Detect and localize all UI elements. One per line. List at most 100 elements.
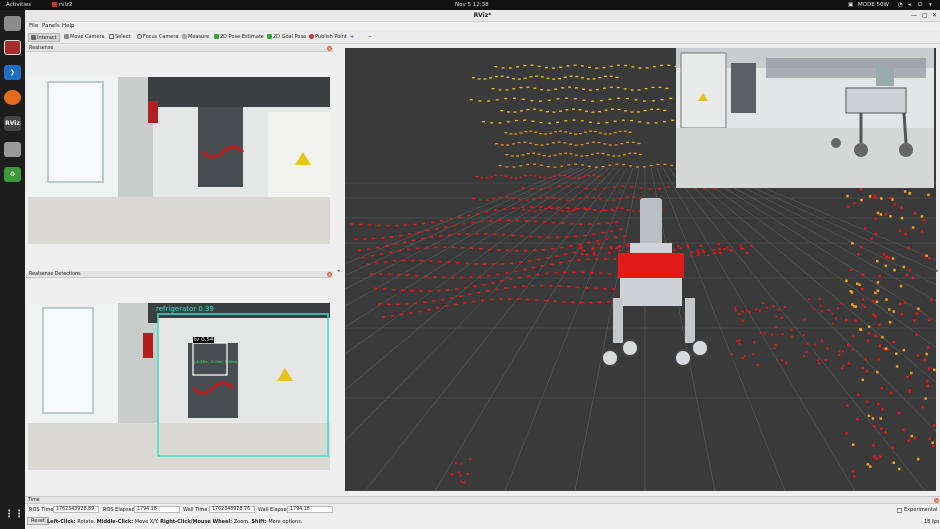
realsense-panel-header[interactable]: Realsense × — [26, 45, 333, 52]
point — [396, 303, 400, 306]
rviz-dock-icon[interactable]: RViz — [4, 116, 21, 131]
measure-label: Measure — [188, 34, 210, 40]
point — [494, 66, 498, 68]
experimental-checkbox[interactable] — [897, 508, 902, 513]
system-menu-chevron-icon[interactable]: ▾ — [929, 2, 932, 8]
point — [556, 121, 560, 123]
minimize-icon[interactable]: — — [911, 12, 917, 19]
point — [533, 249, 537, 252]
add-tool-button[interactable]: + — [348, 33, 356, 42]
detections-panel-header[interactable]: Realsense Detections × — [26, 271, 333, 278]
clock[interactable]: Nov 5 12:38 — [455, 2, 489, 8]
point — [564, 152, 568, 154]
pose-arrow-icon — [214, 34, 219, 39]
point — [587, 241, 591, 244]
point — [633, 152, 637, 154]
point — [581, 252, 584, 255]
point — [401, 289, 405, 292]
3d-render-view[interactable] — [345, 48, 936, 491]
point — [569, 153, 573, 155]
files-icon[interactable] — [4, 16, 21, 31]
close-window-icon[interactable]: ✕ — [932, 12, 937, 19]
point — [579, 223, 583, 225]
point — [526, 163, 530, 166]
ros-time-field[interactable]: 1762343928.89 — [53, 506, 99, 513]
point — [897, 411, 900, 415]
text-editor-icon[interactable] — [4, 142, 21, 157]
reset-button[interactable]: Reset — [27, 517, 49, 525]
splitter-handle-right-icon[interactable]: ▸ — [936, 268, 939, 274]
point — [892, 310, 896, 313]
remove-tool-button[interactable]: − — [366, 33, 374, 42]
menu-panels[interactable]: Panels — [42, 23, 60, 29]
point — [582, 175, 586, 178]
volume-icon[interactable]: ◂ — [908, 2, 911, 8]
point — [841, 350, 844, 353]
trash-icon[interactable]: ♻ — [4, 167, 21, 182]
select-tool-button[interactable]: Select — [107, 33, 132, 42]
point — [414, 302, 418, 305]
splitter-handle-left-icon[interactable]: ◂ — [337, 268, 340, 274]
point — [835, 317, 838, 320]
point — [741, 319, 744, 322]
maximize-icon[interactable]: ▢ — [922, 12, 928, 19]
point — [539, 132, 543, 135]
publish-point-tool-button[interactable]: Publish Point — [307, 33, 349, 42]
close-panel-icon[interactable]: × — [327, 46, 332, 51]
ros-elapsed-field[interactable]: 1794.18 — [134, 506, 180, 513]
robot-leg — [613, 298, 623, 343]
point — [851, 242, 854, 245]
menu-file[interactable]: File — [29, 23, 38, 29]
point — [907, 246, 910, 249]
point — [841, 366, 844, 369]
menu-help[interactable]: Help — [62, 23, 75, 29]
point — [474, 263, 478, 265]
power-mode[interactable]: MODE 50W — [858, 2, 889, 8]
time-panel-header[interactable]: Time × — [25, 497, 940, 504]
point — [628, 131, 632, 134]
point — [780, 359, 783, 362]
interact-tool-button[interactable]: Interact — [28, 33, 60, 42]
point — [879, 455, 882, 459]
goal-pose-tool-button[interactable]: 2D Goal Pose — [265, 33, 308, 42]
point — [484, 233, 488, 235]
move-camera-tool-button[interactable]: Move Camera — [62, 33, 107, 42]
tool-bar: Interact Move Camera Select Focus Camera… — [25, 31, 940, 44]
point — [877, 402, 880, 406]
point — [902, 265, 906, 269]
point — [851, 470, 855, 473]
measure-tool-button[interactable]: Measure — [180, 33, 211, 42]
point — [923, 254, 926, 258]
point — [463, 301, 467, 304]
show-apps-grid-icon[interactable]: ⋮⋮⋮ — [4, 507, 34, 522]
window-title[interactable]: RViz* — [25, 10, 940, 22]
wifi-icon[interactable]: ◔ — [898, 2, 903, 8]
activities-button[interactable]: Activities — [6, 2, 31, 8]
point — [876, 370, 879, 374]
point — [466, 473, 469, 476]
point — [880, 427, 883, 431]
close-panel-icon[interactable]: × — [934, 498, 939, 503]
point — [504, 175, 508, 177]
focus-icon — [137, 34, 142, 39]
wall-elapsed-field[interactable]: 1794.18 — [287, 506, 333, 513]
power-icon[interactable]: ⏻ — [918, 2, 922, 9]
pose-estimate-tool-button[interactable]: 2D Pose Estimate — [212, 33, 266, 42]
point — [545, 196, 549, 198]
wall-time-field[interactable]: 1762343928.76 — [209, 506, 255, 513]
point — [616, 86, 620, 89]
app-menu[interactable]: rviz2 — [52, 2, 72, 8]
vscode-icon[interactable]: ❯ — [4, 65, 21, 80]
terminal-icon[interactable] — [4, 40, 21, 55]
point — [526, 152, 530, 155]
point — [650, 108, 654, 111]
point — [559, 261, 563, 264]
focus-camera-tool-button[interactable]: Focus Camera — [135, 33, 181, 42]
point — [495, 288, 499, 291]
point — [667, 64, 671, 66]
close-panel-icon[interactable]: × — [327, 272, 332, 277]
point — [485, 211, 489, 213]
firefox-icon[interactable] — [4, 90, 21, 105]
point — [438, 260, 442, 263]
grid-line — [698, 167, 936, 302]
